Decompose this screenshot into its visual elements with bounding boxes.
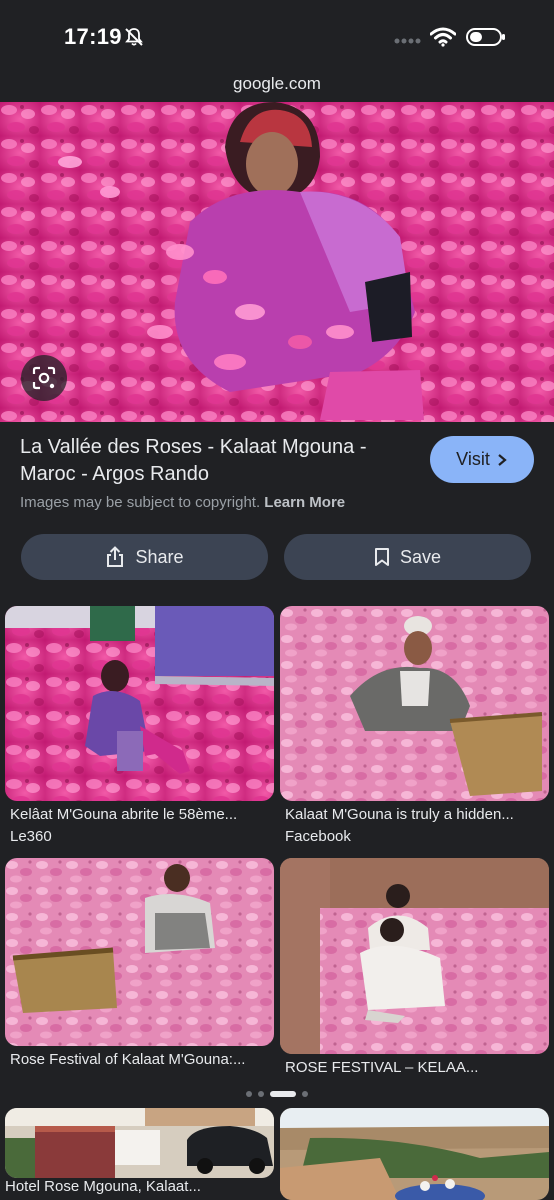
rose-harvest-photo [0,102,554,422]
related-title-5[interactable]: Hotel Rose Mgouna, Kalaat... [5,1178,267,1195]
related-source-1: Le360 [10,828,52,845]
related-title-3[interactable]: Rose Festival of Kalaat M'Gouna:... [10,1051,272,1068]
signal-icon [394,38,421,44]
related-image-5[interactable] [5,1108,274,1178]
hero-image[interactable] [0,102,554,422]
learn-more-link[interactable]: Learn More [264,494,345,511]
lens-button[interactable] [21,355,67,401]
wifi-icon [430,27,456,47]
copyright-text: Images may be subject to copyright. [20,494,261,511]
share-button[interactable]: Share [21,534,268,580]
related-photo [280,858,549,1054]
chevron-right-icon [498,453,507,466]
related-title-1[interactable]: Kelâat M'Gouna abrite le 58ème... [10,806,272,823]
related-image-3[interactable] [5,858,274,1046]
bookmark-icon [374,548,389,566]
copyright-notice: Images may be subject to copyright. Lear… [20,494,345,511]
related-image-1[interactable] [5,606,274,801]
related-photo [280,1108,549,1200]
related-photo [5,606,274,801]
status-time: 17:19 [64,24,122,49]
related-source-2: Facebook [285,828,351,845]
related-image-6[interactable] [280,1108,549,1200]
visit-label: Visit [456,449,490,469]
save-label: Save [399,546,442,567]
save-button[interactable]: Save [284,534,531,580]
url-bar[interactable]: google.com [0,70,554,102]
related-title-2[interactable]: Kalaat M'Gouna is truly a hidden... [285,806,547,823]
lens-icon [32,366,56,390]
share-icon [107,546,124,567]
url-text: google.com [233,74,321,93]
battery-icon [466,28,505,46]
status-bar: 17:19 [0,0,554,70]
related-title-4[interactable]: ROSE FESTIVAL – KELAA... [285,1059,547,1076]
related-photo [280,606,549,801]
related-image-2[interactable] [280,606,549,801]
mute-bell-icon [125,28,143,46]
related-image-4[interactable] [280,858,549,1054]
result-title[interactable]: La Vallée des Roses - Kalaat Mgouna - Ma… [20,434,410,488]
carousel-indicator [246,1091,308,1097]
related-photo [5,1108,274,1178]
share-label: Share [135,546,184,567]
related-photo [5,858,274,1046]
visit-button[interactable]: Visit [430,436,534,483]
